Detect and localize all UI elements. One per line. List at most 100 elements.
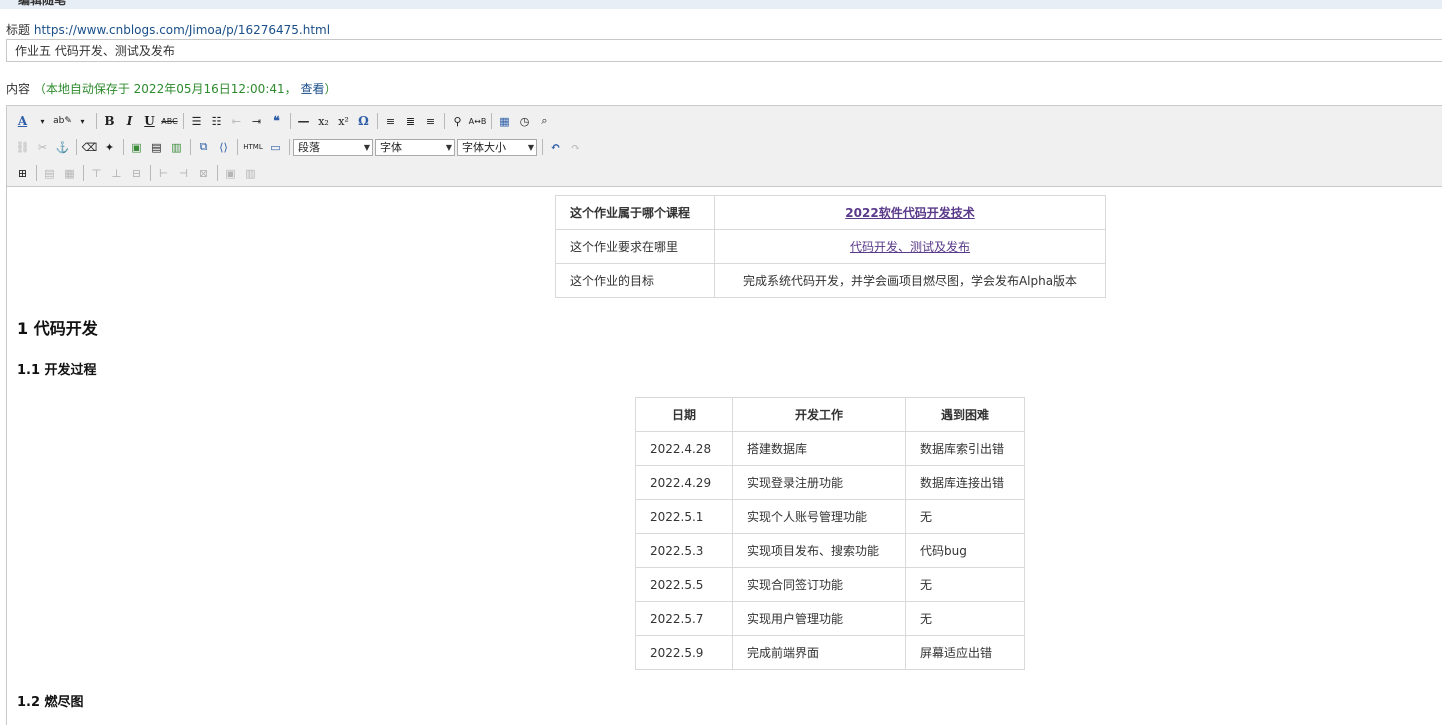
superscript-icon[interactable]: x²	[334, 112, 353, 131]
insert-col-before-icon[interactable]: ⊢	[154, 164, 173, 183]
preview-icon[interactable]: ⌕	[535, 112, 554, 131]
info-value: 代码开发、测试及发布	[714, 229, 1106, 264]
work-cell: 实现合同签订功能	[732, 567, 906, 602]
title-input[interactable]	[6, 39, 1442, 62]
toolbar-separator	[76, 139, 77, 155]
top-banner: 编辑随笔	[0, 0, 1442, 9]
subscript-icon[interactable]: x₂	[314, 112, 333, 131]
date-cell: 2022.5.9	[635, 635, 733, 670]
insert-row-after-icon[interactable]: ⊥	[107, 164, 126, 183]
toolbar-separator	[377, 113, 378, 129]
upload-image-icon[interactable]: ▤	[147, 138, 166, 157]
table-row: 2022.4.28 搭建数据库 数据库索引出错	[635, 431, 1025, 466]
insert-image-icon[interactable]: ▣	[127, 138, 146, 157]
post-url-link[interactable]: https://www.cnblogs.com/Jimoa/p/16276475…	[34, 23, 330, 37]
insert-time-icon[interactable]: ◷	[515, 112, 534, 131]
delete-col-icon[interactable]: ⊠	[194, 164, 213, 183]
format-select-value: 段落	[298, 141, 320, 154]
insert-date-icon[interactable]: ▦	[495, 112, 514, 131]
insert-table-icon[interactable]: ⊞	[13, 164, 32, 183]
unlink-icon[interactable]: ✂	[33, 138, 52, 157]
split-cells-icon[interactable]: ▥	[241, 164, 260, 183]
course-link[interactable]: 2022软件代码开发技术	[845, 206, 974, 220]
clean-format-icon[interactable]: ✦	[100, 138, 119, 157]
insert-media-icon[interactable]: ▥	[167, 138, 186, 157]
requirement-link[interactable]: 代码开发、测试及发布	[850, 240, 970, 254]
font-size-select-value: 字体大小	[462, 141, 506, 154]
merge-cells-icon[interactable]: ▣	[221, 164, 240, 183]
toolbar-separator	[217, 165, 218, 181]
toolbar-separator	[96, 113, 97, 129]
special-char-icon[interactable]: Ω	[354, 112, 373, 131]
undo-icon[interactable]: ↶	[546, 138, 565, 157]
work-cell: 实现个人账号管理功能	[732, 499, 906, 534]
font-size-select[interactable]: 字体大小 ▼	[457, 138, 537, 156]
insert-row-before-icon[interactable]: ⊤	[87, 164, 106, 183]
align-center-icon[interactable]: ≣	[401, 112, 420, 131]
table-row: 2022.5.9 完成前端界面 屏幕适应出错	[635, 635, 1025, 670]
underline-icon[interactable]: U	[140, 112, 159, 131]
issue-cell: 屏幕适应出错	[905, 635, 1025, 670]
fullscreen-icon[interactable]: ▭	[266, 138, 285, 157]
eraser-icon[interactable]: ⌫	[80, 138, 99, 157]
toolbar-separator	[190, 139, 191, 155]
autosave-close-paren: ）	[324, 82, 337, 96]
redo-icon[interactable]: ↷	[566, 138, 585, 157]
bullet-list-icon[interactable]: ☰	[187, 112, 206, 131]
toolbar-separator	[491, 113, 492, 129]
find-icon[interactable]: ⚲	[448, 112, 467, 131]
issue-cell: 数据库连接出错	[905, 465, 1025, 500]
assignment-info-table: 这个作业属于哪个课程 2022软件代码开发技术 这个作业要求在哪里 代码开发、测…	[555, 195, 1106, 298]
view-autosave-link[interactable]: 查看	[300, 82, 324, 96]
horizontal-rule-icon[interactable]: —	[294, 112, 313, 131]
strikethrough-icon[interactable]: ABC	[160, 112, 179, 131]
blockquote-icon[interactable]: ❝	[267, 112, 286, 131]
replace-icon[interactable]: A↔B	[468, 112, 487, 131]
anchor-icon[interactable]: ⚓	[53, 138, 72, 157]
cell-props-icon[interactable]: ▦	[60, 164, 79, 183]
font-select[interactable]: 字体 ▼	[375, 138, 455, 156]
numbered-list-icon[interactable]: ☷	[207, 112, 226, 131]
align-left-icon[interactable]: ≡	[381, 112, 400, 131]
bold-icon[interactable]: B	[100, 112, 119, 131]
html-source-button[interactable]: HTML	[241, 138, 265, 157]
rich-text-editor: A ▾ ab✎ ▾ B I U ABC ☰ ☷ ⇤ ⇥ ❝ — x₂ x² Ω …	[6, 105, 1442, 725]
info-label: 这个作业要求在哪里	[555, 229, 715, 264]
font-color-dropdown-icon[interactable]: ▾	[33, 112, 52, 131]
issue-cell: 代码bug	[905, 533, 1025, 568]
issue-cell: 无	[905, 601, 1025, 636]
outdent-icon[interactable]: ⇤	[227, 112, 246, 131]
work-cell: 实现项目发布、搜索功能	[732, 533, 906, 568]
insert-code-icon[interactable]: ⧉	[194, 138, 213, 157]
dev-process-table: 日期 开发工作 遇到困难 2022.4.28 搭建数据库 数据库索引出错 202…	[635, 397, 1025, 670]
document-body[interactable]: 这个作业属于哪个课程 2022软件代码开发技术 这个作业要求在哪里 代码开发、测…	[7, 187, 1442, 725]
chevron-down-icon: ▼	[363, 142, 370, 152]
heading-code-development: 1 代码开发	[17, 319, 98, 338]
font-color-icon[interactable]: A	[13, 112, 32, 131]
date-cell: 2022.5.7	[635, 601, 733, 636]
italic-icon[interactable]: I	[120, 112, 139, 131]
date-cell: 2022.4.29	[635, 465, 733, 500]
insert-col-after-icon[interactable]: ⊣	[174, 164, 193, 183]
highlight-color-icon[interactable]: ab✎	[53, 112, 72, 131]
code-view-icon[interactable]: ⟨⟩	[214, 138, 233, 157]
delete-row-icon[interactable]: ⊟	[127, 164, 146, 183]
table-row: 这个作业要求在哪里 代码开发、测试及发布	[555, 229, 1106, 264]
col-header-date: 日期	[635, 397, 733, 432]
table-props-icon[interactable]: ▤	[40, 164, 59, 183]
toolbar-separator	[83, 165, 84, 181]
col-header-work: 开发工作	[732, 397, 906, 432]
indent-icon[interactable]: ⇥	[247, 112, 266, 131]
align-right-icon[interactable]: ≡	[421, 112, 440, 131]
heading-dev-process: 1.1 开发过程	[17, 363, 97, 378]
issue-cell: 无	[905, 499, 1025, 534]
table-row: 这个作业的目标 完成系统代码开发，并学会画项目燃尽图，学会发布Alpha版本	[555, 263, 1106, 298]
link-icon[interactable]: ⛓	[13, 138, 32, 157]
format-select[interactable]: 段落 ▼	[293, 138, 373, 156]
table-row: 2022.5.1 实现个人账号管理功能 无	[635, 499, 1025, 534]
title-label: 标题	[6, 23, 31, 37]
font-select-value: 字体	[380, 141, 402, 154]
highlight-color-dropdown-icon[interactable]: ▾	[73, 112, 92, 131]
toolbar-row-3: ⊞ ▤ ▦ ⊤ ⊥ ⊟ ⊢ ⊣ ⊠ ▣ ▥	[13, 162, 261, 184]
editor-toolbar: A ▾ ab✎ ▾ B I U ABC ☰ ☷ ⇤ ⇥ ❝ — x₂ x² Ω …	[7, 106, 1442, 187]
